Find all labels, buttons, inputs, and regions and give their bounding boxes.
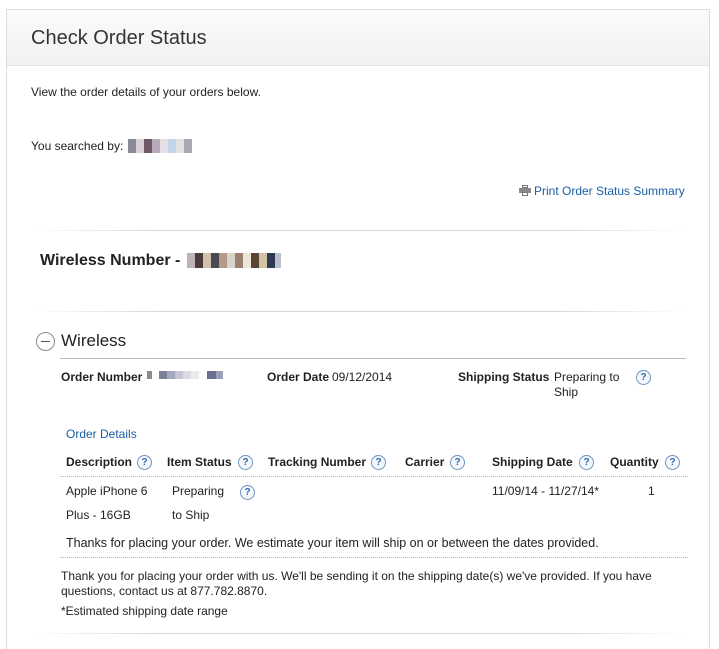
item-shipping-date: 11/09/14 - 11/27/14* xyxy=(492,484,599,498)
printer-icon[interactable] xyxy=(519,185,531,196)
item-description-line1: Apple iPhone 6 xyxy=(66,484,148,498)
redacted-search-value xyxy=(128,139,192,153)
column-header-shipping-date: Shipping Date xyxy=(492,455,573,469)
shipping-status-label: Shipping Status xyxy=(458,370,550,384)
question-mark-icon[interactable]: ? xyxy=(137,455,152,470)
column-header-tracking-number: Tracking Number xyxy=(268,455,367,469)
column-header-carrier: Carrier xyxy=(405,455,445,469)
redacted-wireless-number xyxy=(187,253,281,268)
intro-text: View the order details of your orders be… xyxy=(31,85,261,99)
divider xyxy=(32,311,686,312)
question-mark-icon[interactable]: ? xyxy=(665,455,680,470)
question-mark-icon[interactable]: ? xyxy=(240,485,255,500)
divider xyxy=(32,633,686,634)
footer-message: Thank you for placing your order with us… xyxy=(61,569,652,598)
divider xyxy=(32,230,686,231)
ship-estimate-note: Thanks for placing your order. We estima… xyxy=(66,536,599,550)
table-header-divider xyxy=(60,476,688,477)
order-number-label: Order Number xyxy=(61,370,143,384)
searched-by-label: You searched by: xyxy=(31,139,124,153)
item-status-line2: to Ship xyxy=(172,508,210,522)
order-details-link[interactable]: Order Details xyxy=(66,427,137,441)
minus-circle-icon[interactable] xyxy=(36,332,55,351)
question-mark-icon[interactable]: ? xyxy=(371,455,386,470)
section-divider xyxy=(60,358,686,359)
item-status-line1: Preparing xyxy=(172,484,225,498)
footnote: *Estimated shipping date range xyxy=(61,604,228,618)
page-title: Check Order Status xyxy=(31,27,207,49)
question-mark-icon[interactable]: ? xyxy=(238,455,253,470)
shipping-status-value: Preparing to Ship xyxy=(554,370,620,399)
redacted-order-number xyxy=(147,371,223,379)
column-header-description: Description xyxy=(66,455,133,469)
section-title-wireless: Wireless xyxy=(61,331,127,350)
question-mark-icon[interactable]: ? xyxy=(636,370,651,385)
column-header-item-status: Item Status xyxy=(167,455,232,469)
item-quantity: 1 xyxy=(648,484,655,498)
question-mark-icon[interactable]: ? xyxy=(579,455,594,470)
wireless-number-title: Wireless Number - xyxy=(40,252,181,269)
column-header-quantity: Quantity xyxy=(610,455,659,469)
item-description-line2: Plus - 16GB xyxy=(66,508,131,522)
question-mark-icon[interactable]: ? xyxy=(450,455,465,470)
print-summary-link[interactable]: Print Order Status Summary xyxy=(534,184,685,198)
table-footer-divider xyxy=(60,557,688,558)
order-date-label: Order Date xyxy=(267,370,330,384)
order-date-value: 09/12/2014 xyxy=(332,370,393,384)
order-status-panel xyxy=(6,9,710,649)
